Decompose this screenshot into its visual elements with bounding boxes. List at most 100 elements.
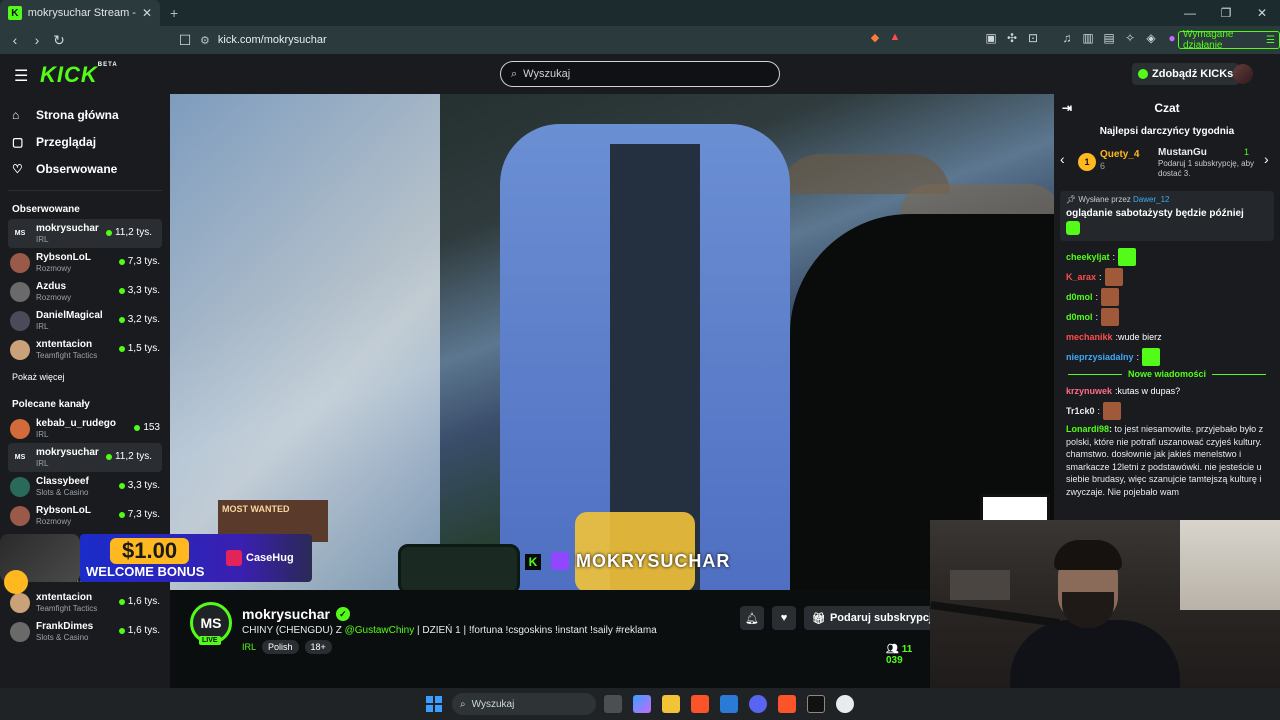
chevron-right-icon[interactable]: › <box>1264 151 1269 167</box>
close-tab-icon[interactable]: ✕ <box>142 6 152 20</box>
restore-icon[interactable]: ❐ <box>1208 6 1244 20</box>
browser-tab[interactable]: K mokrysuchar Stream - Watch ✕ <box>0 0 160 26</box>
chat-username[interactable]: nieprzysiadalny <box>1066 351 1134 363</box>
brave-browser-icon[interactable] <box>778 695 796 713</box>
obs-icon[interactable] <box>836 695 854 713</box>
reload-icon[interactable]: ↻ <box>48 32 70 49</box>
emote <box>1118 248 1137 266</box>
chat-username[interactable]: krzynuwek <box>1066 385 1112 397</box>
terminal-icon[interactable] <box>807 695 825 713</box>
minimize-icon[interactable]: — <box>1172 6 1208 20</box>
channel-viewers: 1,6 tys. <box>118 625 160 636</box>
live-dot-icon <box>105 453 112 460</box>
streamer-name[interactable]: mokrysuchar <box>242 606 330 622</box>
sidebar-nav-item[interactable]: ▢ Przeglądaj <box>0 128 170 155</box>
get-kicks-label: Zdobądź KICKs <box>1152 68 1234 80</box>
wallet-icon[interactable]: ▤ <box>1102 31 1116 47</box>
age-tag[interactable]: 18+ <box>304 640 332 654</box>
stream-title-mention[interactable]: @GustawChiny <box>345 625 415 636</box>
sidebar-nav-item[interactable]: ⌂ Strona główna <box>0 101 170 128</box>
chat-colon: : <box>1097 406 1101 416</box>
task-view-icon[interactable] <box>604 695 622 713</box>
copilot-icon[interactable] <box>633 695 651 713</box>
sidebar-nav-item[interactable]: ♡ Obserwowane <box>0 155 170 182</box>
casehug-ad[interactable]: $1.00 WELCOME BONUS CaseHug <box>0 520 312 594</box>
brave-shield-icon[interactable]: ◆ <box>868 31 882 47</box>
sidebar-icon[interactable]: ▥ <box>1081 31 1095 47</box>
search-input[interactable]: ⌕ Wyszukaj <box>500 61 780 87</box>
puzzle-icon[interactable]: ✣ <box>1005 31 1019 47</box>
stream-tags: IRL Polish 18+ <box>242 640 332 654</box>
chat-username[interactable]: d0mol <box>1066 291 1093 303</box>
streamer-name-row: mokrysuchar ✓ <box>242 606 350 622</box>
ai-icon[interactable]: ✧ <box>1123 31 1137 47</box>
live-dot-icon <box>118 511 125 518</box>
hamburger-menu-icon[interactable]: ☰ <box>14 66 28 86</box>
category-link[interactable]: IRL <box>242 642 256 652</box>
chat-username[interactable]: cheekyljat <box>1066 251 1110 263</box>
sidebar-nav: ⌂ Strona główna ▢ Przeglądaj ♡ Obserwowane <box>0 101 170 182</box>
close-window-icon[interactable]: ✕ <box>1244 6 1280 20</box>
channel-text: xntentacion Teamfight Tactics <box>36 339 97 361</box>
channel-viewer-count: 7,3 tys. <box>127 509 160 520</box>
channel-item[interactable]: DanielMagical IRL 3,2 tys. <box>0 306 170 335</box>
chat-message: d0mol: <box>1054 307 1280 327</box>
chat-username[interactable]: K_arax <box>1066 271 1096 283</box>
gifter-name[interactable]: MustanGu <box>1158 147 1207 158</box>
chat-username[interactable]: Tr1ck0 <box>1066 405 1095 417</box>
site-info-icon[interactable]: ⚙ <box>200 34 210 47</box>
discord-icon[interactable] <box>749 695 767 713</box>
channel-item[interactable]: Classybeef Slots & Casino 3,3 tys. <box>0 472 170 501</box>
music-icon[interactable]: ♫ <box>1060 31 1074 47</box>
kick-logo[interactable]: KICKBETA <box>40 62 118 88</box>
channel-avatar <box>10 252 30 273</box>
bookmark-icon[interactable]: ☐ <box>174 32 196 49</box>
channel-text: kebab_u_rudego IRL <box>36 418 116 440</box>
channel-item[interactable]: kebab_u_rudego IRL 153 <box>0 414 170 443</box>
store-icon[interactable] <box>720 695 738 713</box>
user-avatar[interactable] <box>1233 64 1253 84</box>
chat-username[interactable]: Lonardi98 <box>1066 424 1109 434</box>
channel-item[interactable]: FrankDimes Slots & Casino 1,6 tys. <box>0 617 170 646</box>
vpn-icon[interactable]: ◈ <box>1144 31 1158 47</box>
new-tab-icon[interactable]: + <box>170 5 178 21</box>
show-more-link[interactable]: Pokaż więcej <box>0 368 170 386</box>
follow-heart-icon[interactable]: ♥ <box>772 606 796 630</box>
extension-icon[interactable]: ▣ <box>984 31 998 47</box>
file-explorer-icon[interactable] <box>662 695 680 713</box>
channel-item[interactable]: xntentacion Teamfight Tactics 1,5 tys. <box>0 335 170 364</box>
video-player[interactable]: MOST WANTED K MOKRYSUCHAR <box>170 94 1054 590</box>
rewards-icon[interactable]: ▲ <box>888 31 902 47</box>
taskbar-search[interactable]: ⌕ Wyszukaj <box>452 693 596 715</box>
brave-browser-icon[interactable] <box>691 695 709 713</box>
shield-extensions: ◆ ▲ <box>868 31 902 47</box>
forward-icon[interactable]: › <box>26 32 48 48</box>
back-icon[interactable]: ‹ <box>4 32 26 48</box>
pin-icon: 📌︎ <box>1066 195 1079 204</box>
url-field[interactable]: ⚙ kick.com/mokrysuchar <box>200 30 860 50</box>
gift-subs-button[interactable]: 🎁︎ Podaruj subskrypcje <box>804 606 947 630</box>
channel-item[interactable]: RybsonLoL Rozmowy 7,3 tys. <box>0 248 170 277</box>
language-tag[interactable]: Polish <box>262 640 299 654</box>
chevron-left-icon[interactable]: ‹ <box>1060 151 1065 167</box>
gifter-name[interactable]: Quety_4 <box>1100 149 1139 160</box>
pinned-message[interactable]: 📌︎ Wysłane przez Dawer_12 oglądanie sabo… <box>1060 191 1274 241</box>
channel-item[interactable]: Azdus Rozmowy 3,3 tys. <box>0 277 170 306</box>
chat-username[interactable]: d0mol <box>1066 311 1093 323</box>
profile-icon[interactable]: ● <box>1165 31 1179 47</box>
channel-item[interactable]: MS mokrysuchar IRL 11,2 tys. <box>8 219 162 248</box>
new-messages-divider[interactable]: Nowe wiadomości <box>1062 369 1272 379</box>
channel-item[interactable]: xntentacion Teamfight Tactics 1,6 tys. <box>0 588 170 617</box>
chat-message: krzynuwek: kutas w dupas? <box>1054 381 1280 401</box>
notification-bell-icon[interactable]: 🔔︎ <box>740 606 764 630</box>
action-required-button[interactable]: Wymagane działanie ☰ <box>1178 29 1280 51</box>
channel-item[interactable]: MS mokrysuchar IRL 11,2 tys. <box>8 443 162 472</box>
windows-start-icon[interactable] <box>426 696 442 712</box>
screenshot-icon[interactable]: ⊡ <box>1026 31 1040 47</box>
get-kicks-button[interactable]: Zdobądź KICKs <box>1132 63 1240 85</box>
collapse-chat-icon[interactable]: ⇥ <box>1062 101 1072 115</box>
pinned-by-user[interactable]: Dawer_12 <box>1133 195 1169 204</box>
chat-username[interactable]: mechanikk <box>1066 331 1113 343</box>
followed-list: MS mokrysuchar IRL 11,2 tys. RybsonLoL Rozmow… <box>0 219 170 364</box>
home-icon: ⌂ <box>12 107 20 122</box>
